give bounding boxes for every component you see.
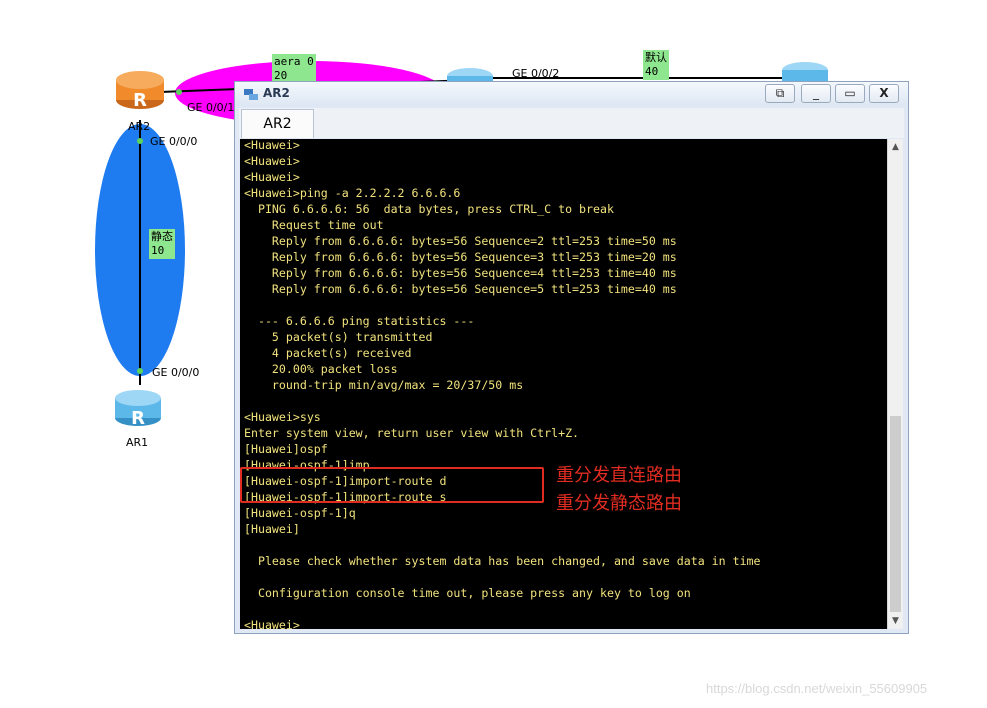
console-line: <Huawei> <box>244 139 300 152</box>
console-line: <Huawei> <box>244 154 300 168</box>
static-cost-label: 静态 10 <box>149 229 175 259</box>
console-line: Reply from 6.6.6.6: bytes=56 Sequence=3 … <box>244 250 677 264</box>
router-ar2-icon[interactable]: R <box>116 71 164 111</box>
port-dot <box>137 138 143 144</box>
top-ge002-label: GE 0/0/2 <box>512 67 560 80</box>
console-line: 20.00% packet loss <box>244 362 398 376</box>
scrollbar-thumb[interactable] <box>890 416 901 612</box>
console-line: <Huawei> <box>244 170 300 184</box>
maximize-button[interactable]: ▭ <box>835 84 865 103</box>
console-line: Reply from 6.6.6.6: bytes=56 Sequence=5 … <box>244 282 677 296</box>
area0-cost-label: aera 0 20 <box>272 54 316 84</box>
window-title: AR2 <box>263 86 290 100</box>
svg-text:R: R <box>131 408 145 429</box>
port-dot <box>176 89 182 95</box>
console-line: Configuration console time out, please p… <box>244 586 691 600</box>
console-line: [Huawei] <box>244 522 300 536</box>
restore-icon: ⧉ <box>775 86 785 100</box>
console-line: 5 packet(s) transmitted <box>244 330 433 344</box>
svg-text:R: R <box>133 90 147 111</box>
tab-strip: AR2 <box>239 108 904 138</box>
console-line: <Huawei>sys <box>244 410 321 424</box>
router-ar1-icon[interactable]: R <box>115 390 161 429</box>
annotation-static-route: 重分发静态路由 <box>556 493 682 514</box>
terminal-output[interactable]: <Huawei> <Huawei> <Huawei> <Huawei>ping -a … <box>240 139 887 629</box>
console-line: Reply from 6.6.6.6: bytes=56 Sequence=2 … <box>244 234 677 248</box>
console-line: PING 6.6.6.6: 56 data bytes, press CTRL_… <box>244 202 614 216</box>
console-line: 4 packet(s) received <box>244 346 412 360</box>
minimize-icon: _ <box>813 86 819 100</box>
scroll-up-icon[interactable]: ▲ <box>890 140 901 154</box>
maximize-icon: ▭ <box>844 86 856 100</box>
console-line: [Huawei]ospf <box>244 442 328 456</box>
vertical-scrollbar[interactable]: ▲ ▼ <box>887 139 903 629</box>
restore-button[interactable]: ⧉ <box>765 84 795 103</box>
window-titlebar[interactable]: AR2 ⧉ _ ▭ X <box>235 82 908 106</box>
terminal-window-icon <box>244 89 258 100</box>
watermark: https://blog.csdn.net/weixin_55609905 <box>706 681 928 696</box>
console-line: Request time out <box>244 218 384 232</box>
close-icon: X <box>879 86 889 100</box>
highlight-box <box>240 467 544 503</box>
console-line: round-trip min/avg/max = 20/37/50 ms <box>244 378 524 392</box>
console-line: <Huawei> <box>244 618 300 629</box>
console-line: --- 6.6.6.6 ping statistics --- <box>244 314 475 328</box>
port-dot <box>137 368 143 374</box>
annotation-direct-route: 重分发直连路由 <box>556 465 682 486</box>
default-cost-label: 默认 40 <box>643 50 669 80</box>
router-ar2-label: AR2 <box>128 120 151 133</box>
ar2-ge000-label: GE 0/0/0 <box>150 135 198 148</box>
scroll-down-icon[interactable]: ▼ <box>890 614 901 628</box>
console-line: <Huawei>ping -a 2.2.2.2 6.6.6.6 <box>244 186 461 200</box>
console-line: [Huawei-ospf-1]q <box>244 506 356 520</box>
router-ar1-label: AR1 <box>126 436 149 449</box>
console-line: Please check whether system data has bee… <box>244 554 761 568</box>
ar1-ge000-label: GE 0/0/0 <box>152 366 200 379</box>
ar2-ge001-label: GE 0/0/1 <box>187 101 235 114</box>
tab-ar2[interactable]: AR2 <box>241 109 314 138</box>
close-button[interactable]: X <box>869 84 899 103</box>
console-line: Reply from 6.6.6.6: bytes=56 Sequence=4 … <box>244 266 677 280</box>
console-line: Enter system view, return user view with… <box>244 426 580 440</box>
minimize-button[interactable]: _ <box>801 84 831 103</box>
ar2-console-window[interactable]: AR2 ⧉ _ ▭ X AR2 <Huawei> <Huawei> <Huawei>… <box>234 81 909 634</box>
